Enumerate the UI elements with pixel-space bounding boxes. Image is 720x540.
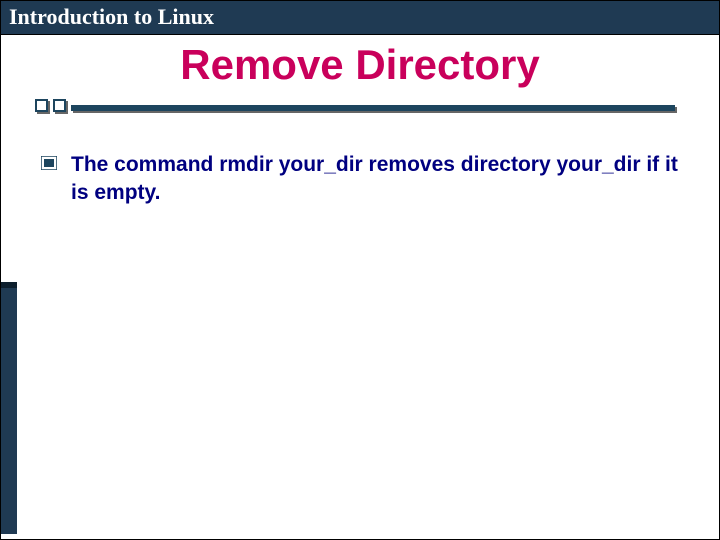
bullet-icon xyxy=(41,156,57,175)
slide-title: Remove Directory xyxy=(1,41,719,89)
divider-decoration xyxy=(35,99,675,113)
body-area: The command rmdir your_dir removes direc… xyxy=(41,151,679,208)
bullet-text: The command rmdir your_dir removes direc… xyxy=(71,151,679,208)
list-item: The command rmdir your_dir removes direc… xyxy=(41,151,679,208)
course-title: Introduction to Linux xyxy=(9,4,214,29)
divider-box-icon xyxy=(35,99,48,112)
header-bar: Introduction to Linux xyxy=(1,1,719,35)
divider-box-icon xyxy=(53,99,66,112)
divider-line xyxy=(71,105,675,111)
slide: Introduction to Linux Remove Directory T… xyxy=(0,0,720,540)
left-accent-bar xyxy=(1,282,17,534)
